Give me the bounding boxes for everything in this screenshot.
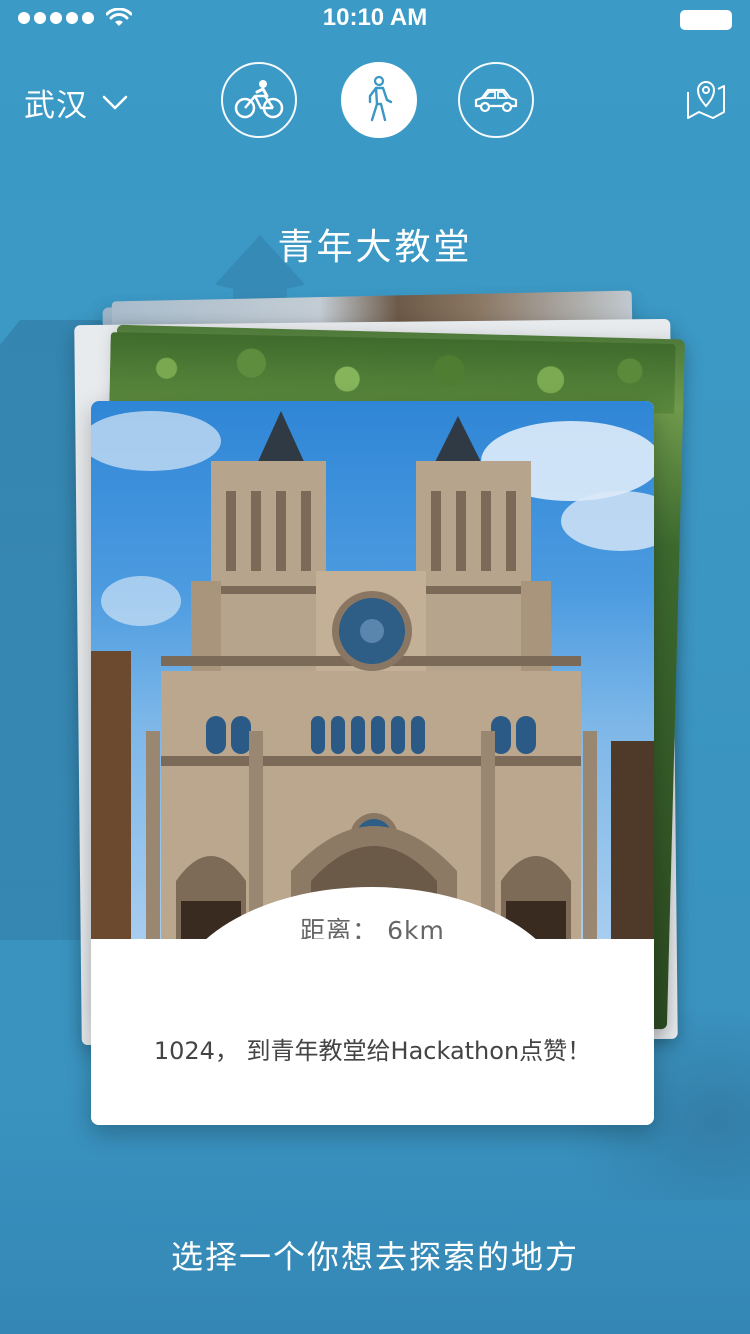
mode-car-button[interactable]: [458, 62, 534, 138]
walking-person-icon: [368, 75, 393, 122]
place-photo: [91, 401, 654, 939]
status-bar: 10:10 AM: [0, 0, 750, 40]
city-selector[interactable]: 武汉: [24, 80, 128, 125]
bicycle-icon: [234, 80, 284, 119]
place-card[interactable]: 距离： 6km 1024， 到青年教堂给Hackathon点赞！: [91, 401, 654, 1125]
explore-prompt: 选择一个你想去探索的地方: [170, 1238, 579, 1276]
map-pin-icon[interactable]: [684, 76, 728, 120]
screen: 10:10 AM 武汉 青年大教堂 距离： 6km 1024， 到青年教堂给Ha…: [0, 0, 750, 1334]
place-description: 1024， 到青年教堂给Hackathon点赞！: [153, 1037, 592, 1065]
place-title: 青年大教堂: [277, 227, 473, 268]
mode-bike-button[interactable]: [221, 62, 297, 138]
city-label: 武汉: [24, 88, 88, 124]
mode-walk-button[interactable]: [341, 62, 417, 138]
cathedral-illustration: [91, 411, 654, 939]
battery-icon: [680, 10, 732, 30]
chevron-down-icon: [102, 95, 128, 109]
status-time: 10:10 AM: [322, 4, 428, 31]
car-icon: [474, 88, 518, 113]
